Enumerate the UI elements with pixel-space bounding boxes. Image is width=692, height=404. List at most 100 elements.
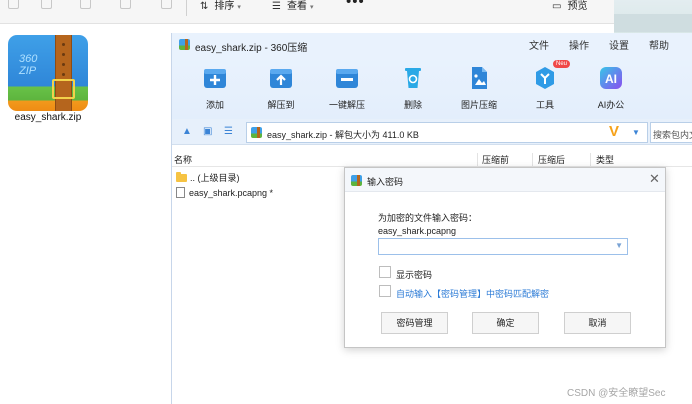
toolbar-label: AI办公 — [597, 100, 625, 110]
column-unpacked[interactable]: 压缩后 — [538, 153, 565, 166]
zip-buckle — [52, 79, 75, 99]
toolbar-extract-to-button[interactable]: 解压到 — [249, 62, 313, 114]
sort-button[interactable]: ⇅ 排序 ▾ — [200, 0, 241, 12]
chevron-down-icon: ▾ — [237, 4, 241, 11]
dialog-title: 输入密码 — [367, 177, 404, 187]
auto-fill-label[interactable]: 自动输入【密码管理】中密码匹配解密 — [396, 287, 549, 300]
show-password-label[interactable]: 显示密码 — [396, 268, 432, 281]
file-name: easy_shark.pcapng * — [189, 188, 274, 198]
ok-button[interactable]: 确定 — [472, 312, 539, 334]
toolbar-ai-office-button[interactable]: AI AI办公 — [579, 62, 643, 114]
ai-office-icon: AI — [598, 65, 624, 91]
app-icon — [351, 175, 362, 186]
separator — [186, 0, 187, 16]
chevron-down-icon: ▾ — [309, 4, 314, 11]
column-separator[interactable] — [590, 153, 591, 166]
view-label: 查看 — [286, 1, 307, 12]
more-options-button[interactable]: ••• — [346, 0, 365, 10]
list-item[interactable]: .. (上级目录) — [176, 171, 240, 185]
app-icon — [179, 39, 190, 50]
dialog-header: 输入密码 ✕ — [345, 168, 665, 192]
window-titlebar: easy_shark.zip - 360压缩 文件 操作 设置 帮助 — [172, 33, 692, 57]
belt-hole — [62, 73, 65, 76]
toolbar-label: 图片压缩 — [460, 100, 497, 110]
window-title: easy_shark.zip - 360压缩 — [195, 43, 308, 54]
thumbnail-view-icon[interactable]: ▣ — [203, 126, 212, 137]
password-manager-button[interactable]: 密码管理 — [381, 312, 448, 334]
column-separator[interactable] — [532, 153, 533, 166]
belt-hole — [62, 53, 65, 56]
toolbar-one-click-extract-button[interactable]: 一键解压 — [315, 62, 379, 114]
password-prompt: 为加密的文件输入密码： — [378, 213, 478, 223]
toolbar-tools-button[interactable]: Neu 工具 — [513, 60, 577, 114]
brand-v-icon: V — [609, 123, 620, 140]
toolbar-label: 添加 — [205, 100, 224, 110]
address-text: easy_shark.zip - 解包大小为 411.0 KB — [267, 130, 419, 140]
archive-icon — [251, 127, 262, 138]
add-icon — [202, 65, 228, 91]
desktop-file-label: easy_shark.zip — [14, 112, 82, 123]
menu-operation[interactable]: 操作 — [569, 37, 589, 52]
rename-icon[interactable] — [120, 0, 131, 9]
new-icon[interactable] — [8, 0, 19, 9]
menu-help[interactable]: 帮助 — [649, 37, 669, 52]
toolbar: 添加 解压到 一键解压 删除 图片压缩 Neu 工具 AI AI办公 — [172, 57, 692, 119]
explorer-command-bar: ⇅ 排序 ▾ ☰ 查看 ▾ ••• ▭ 预览 — [0, 0, 614, 24]
up-arrow-icon[interactable]: ▲ — [182, 126, 192, 137]
one-click-extract-icon — [334, 65, 360, 91]
new-badge: Neu — [553, 60, 571, 68]
folder-icon — [176, 172, 187, 182]
column-separator[interactable] — [477, 153, 478, 166]
preview-label: 预览 — [567, 1, 588, 12]
belt-hole — [62, 63, 65, 66]
close-icon[interactable]: ✕ — [649, 171, 660, 187]
copy-icon[interactable] — [41, 0, 52, 9]
column-packed[interactable]: 压缩前 — [482, 153, 509, 166]
sort-label: 排序 — [214, 1, 235, 12]
paste-icon[interactable] — [80, 0, 91, 9]
password-input[interactable]: ▼ — [378, 238, 628, 255]
password-dialog: 输入密码 ✕ 为加密的文件输入密码： easy_shark.pcapng ▼ 显… — [344, 167, 666, 348]
view-icon: ☰ — [272, 1, 281, 12]
toolbar-image-compress-button[interactable]: 图片压缩 — [447, 62, 511, 114]
show-password-checkbox[interactable] — [379, 266, 391, 278]
tools-icon — [532, 65, 558, 91]
address-field[interactable]: easy_shark.zip - 解包大小为 411.0 KB V ▼ — [246, 122, 648, 143]
svg-text:AI: AI — [605, 72, 617, 86]
search-input[interactable]: 搜索包内文 — [650, 122, 692, 143]
watermark: CSDN @安全瞭望Sec — [567, 388, 666, 399]
preview-icon: ▭ — [552, 1, 562, 12]
sort-icon: ⇅ — [200, 1, 209, 12]
desktop-zip-file-icon[interactable]: 360 ZIP — [8, 35, 88, 113]
image-compress-icon — [466, 65, 492, 91]
zip-brand-mark: 360 ZIP — [19, 53, 38, 77]
menu-file[interactable]: 文件 — [529, 37, 549, 52]
view-button[interactable]: ☰ 查看 ▾ — [272, 0, 313, 12]
column-type[interactable]: 类型 — [596, 153, 614, 166]
recycle-bin-icon — [400, 65, 426, 91]
delete-icon[interactable] — [161, 0, 172, 9]
toolbar-label: 工具 — [535, 100, 554, 110]
toolbar-add-button[interactable]: 添加 — [183, 62, 247, 114]
column-name[interactable]: 名称 — [174, 153, 192, 166]
file-name: .. (上级目录) — [190, 173, 240, 183]
toolbar-label: 删除 — [403, 100, 422, 110]
extract-to-icon — [268, 65, 294, 91]
auto-fill-checkbox[interactable] — [379, 285, 391, 297]
toolbar-label: 一键解压 — [328, 100, 365, 110]
toolbar-delete-button[interactable]: 删除 — [381, 62, 445, 114]
toolbar-label: 解压到 — [267, 100, 295, 110]
file-icon — [176, 187, 185, 198]
address-bar-row: ▲ ▣ ☰ easy_shark.zip - 解包大小为 411.0 KB V … — [172, 119, 692, 145]
menu-settings[interactable]: 设置 — [609, 37, 629, 52]
encrypted-filename: easy_shark.pcapng — [378, 226, 457, 236]
cancel-button[interactable]: 取消 — [564, 312, 631, 334]
preview-button[interactable]: ▭ 预览 — [552, 0, 587, 12]
list-view-icon[interactable]: ☰ — [224, 126, 233, 137]
chevron-down-icon[interactable]: ▼ — [615, 241, 623, 250]
background-window-band — [614, 14, 692, 32]
chevron-down-icon[interactable]: ▼ — [632, 128, 640, 137]
list-item[interactable]: easy_shark.pcapng * — [176, 187, 273, 201]
column-headers: 名称 压缩前 压缩后 类型 — [172, 153, 692, 167]
belt-hole — [62, 43, 65, 46]
